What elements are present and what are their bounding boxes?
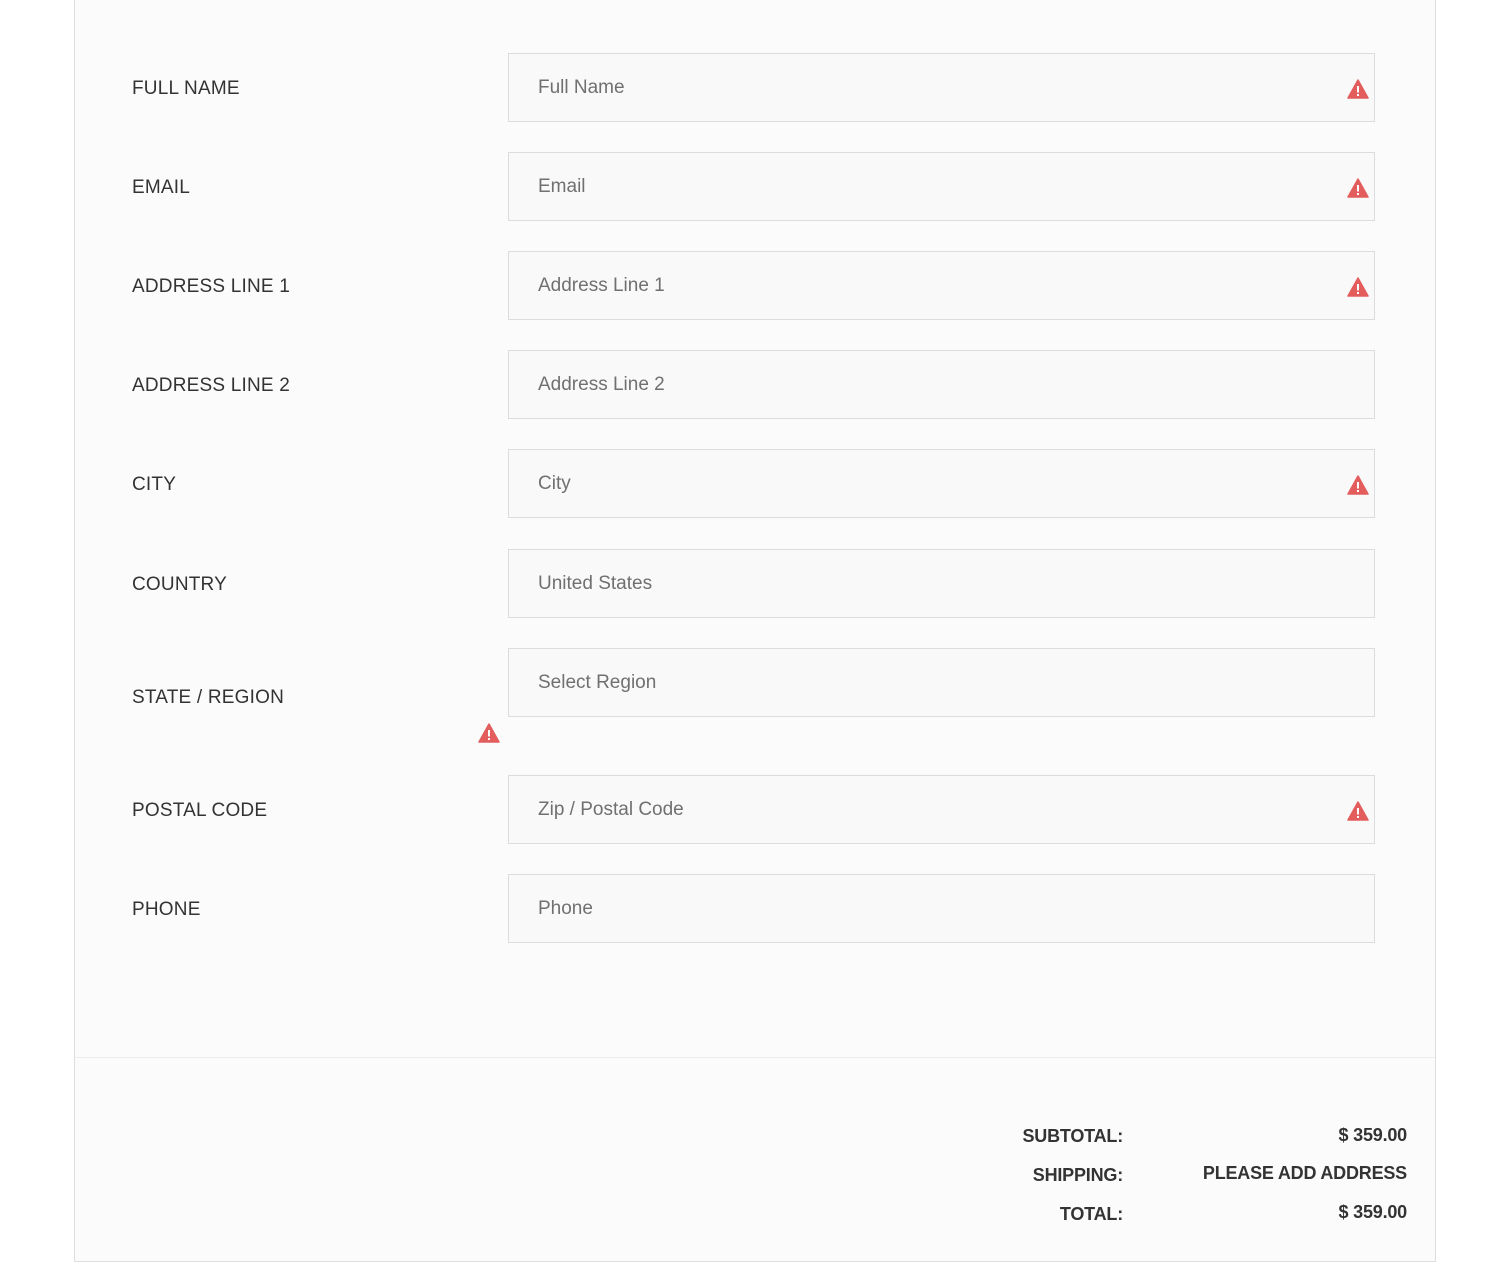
- email-label: EMAIL: [132, 177, 191, 198]
- subtotal-label: SUBTOTAL:: [1022, 1126, 1123, 1146]
- country-select[interactable]: United States: [508, 549, 1375, 618]
- address-line-2-input[interactable]: [508, 350, 1375, 419]
- postal-code-label: POSTAL CODE: [132, 800, 268, 821]
- shipping-form-panel: FULL NAME EMAIL ADDRESS LINE 1 ADDRESS L…: [74, 0, 1436, 1262]
- warning-triangle-icon: [1347, 277, 1369, 297]
- postal-code-input[interactable]: [508, 775, 1375, 844]
- warning-triangle-icon: [478, 723, 500, 743]
- address-line-1-label: ADDRESS LINE 1: [132, 276, 291, 297]
- address-line-1-input[interactable]: [508, 251, 1375, 320]
- warning-triangle-icon: [1347, 801, 1369, 821]
- phone-input[interactable]: [508, 874, 1375, 943]
- country-label: COUNTRY: [132, 574, 227, 595]
- warning-triangle-icon: [1347, 475, 1369, 495]
- total-label: TOTAL:: [1059, 1204, 1123, 1224]
- phone-label: PHONE: [132, 899, 201, 920]
- total-value: $ 359.00: [1338, 1202, 1408, 1222]
- state-region-label: STATE / REGION: [132, 687, 284, 708]
- subtotal-value: $ 359.00: [1338, 1125, 1408, 1145]
- full-name-label: FULL NAME: [132, 78, 240, 99]
- country-select-value: United States: [538, 573, 653, 594]
- city-input[interactable]: [508, 449, 1375, 518]
- city-label: CITY: [132, 474, 177, 495]
- full-name-input[interactable]: [508, 53, 1375, 122]
- shipping-value: PLEASE ADD ADDRESS: [1202, 1163, 1407, 1183]
- email-input[interactable]: [508, 152, 1375, 221]
- state-region-select-value: Select Region: [538, 672, 657, 693]
- shipping-label: SHIPPING:: [1032, 1165, 1123, 1185]
- warning-triangle-icon: [1347, 178, 1369, 198]
- address-line-2-label: ADDRESS LINE 2: [132, 375, 291, 396]
- section-divider: [75, 1057, 1435, 1058]
- state-region-select[interactable]: Select Region: [508, 648, 1375, 717]
- warning-triangle-icon: [1347, 79, 1369, 99]
